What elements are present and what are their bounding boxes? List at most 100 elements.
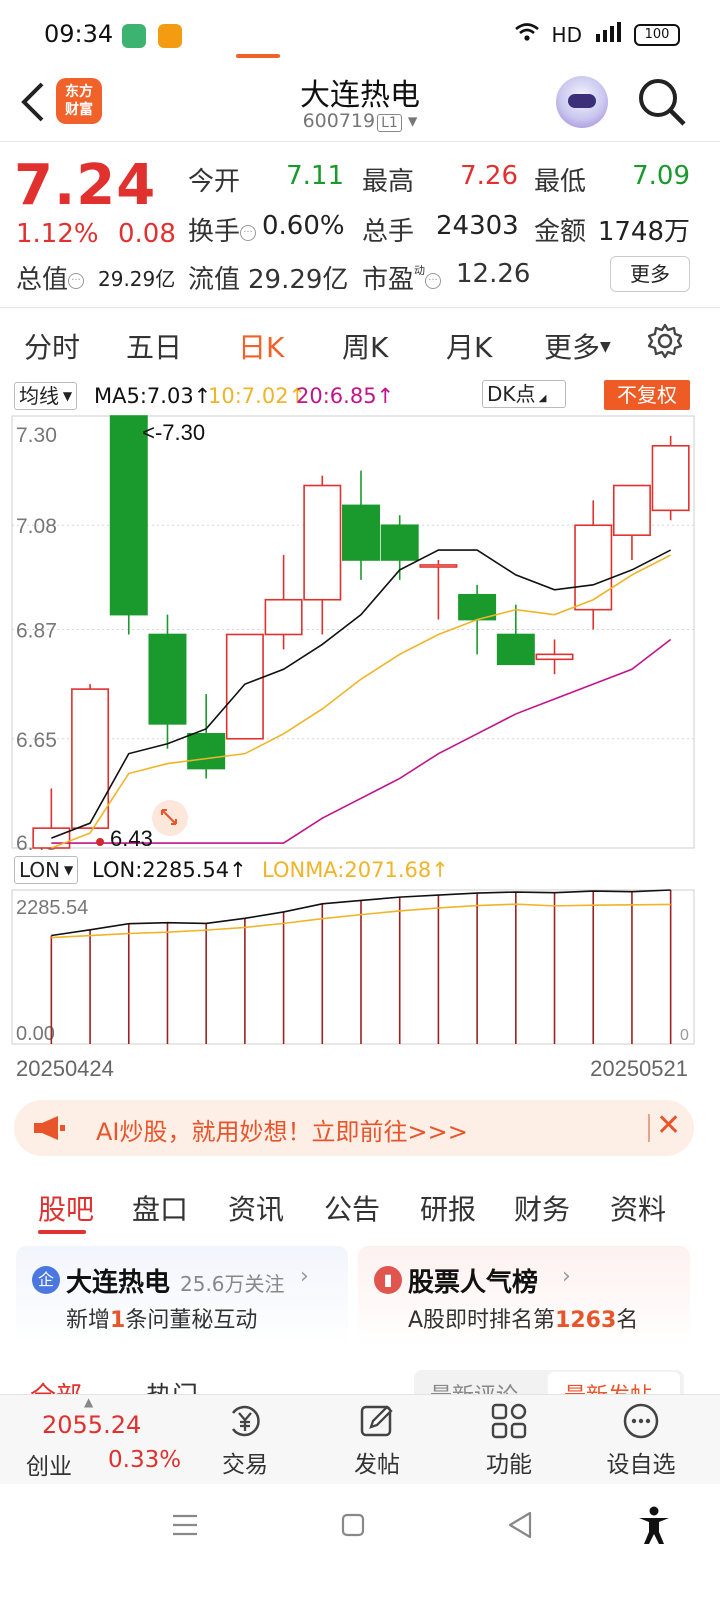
accessibility-icon[interactable]: [636, 1506, 672, 1550]
caret-up-icon: ▲: [84, 1395, 94, 1409]
home-icon[interactable]: [340, 1512, 366, 1542]
stock-header: 大连热电 600719 L1 ▾ 东方财富: [0, 70, 720, 142]
close-icon[interactable]: ✕: [656, 1108, 681, 1143]
candle-body: [496, 633, 535, 666]
nav-watchlist-label: 设自选: [606, 1452, 676, 1478]
x-start-label: 20250424: [16, 1056, 114, 1081]
nav-functions[interactable]: 功能: [464, 1401, 554, 1479]
tab-guba[interactable]: 股吧: [38, 1188, 94, 1228]
low-label: 最低: [534, 167, 587, 197]
open-value: 7.11: [286, 161, 344, 191]
bottom-nav: ▲ 2055.24 创业 0.33% 交易 发帖 功能 设自选: [0, 1394, 720, 1484]
settings-icon[interactable]: [646, 322, 684, 364]
ai-assistant-icon[interactable]: [556, 76, 608, 128]
unadjusted-button[interactable]: 不复权: [604, 380, 690, 410]
menu-icon[interactable]: [170, 1512, 200, 1542]
lon-line: [51, 889, 671, 937]
filter-all[interactable]: 全部: [30, 1376, 82, 1396]
lonma-value: LONMA:2071.68↑: [262, 858, 449, 882]
caret-down-icon: ▼: [600, 339, 611, 355]
y-tick-label: 7.08: [16, 515, 57, 538]
stock-name: 大连热电: [300, 78, 420, 113]
candle-body: [71, 688, 110, 829]
tab-research[interactable]: 研报: [420, 1188, 476, 1228]
tab-profile[interactable]: 资料: [610, 1188, 666, 1228]
info-icon: ···: [68, 272, 85, 289]
lon-right-zero-label: 0: [680, 1027, 689, 1044]
lon-chart[interactable]: LON ▼ LON:2285.54↑ LONMA:2071.68↑ 2285.5…: [0, 852, 720, 1092]
back-triangle-icon[interactable]: [506, 1510, 534, 1544]
back-button[interactable]: [18, 80, 58, 130]
info-icon: ···: [425, 272, 442, 289]
tab-daily-k[interactable]: 日K: [238, 326, 284, 366]
company-title: 大连热电: [66, 1268, 171, 1298]
nav-post[interactable]: 发帖: [332, 1401, 422, 1479]
change-percent: 1.12%: [16, 219, 99, 249]
ma-select[interactable]: 均线 ▼: [14, 382, 78, 410]
nav-trade[interactable]: 交易: [200, 1401, 290, 1479]
popularity-title: 股票人气榜: [408, 1268, 539, 1298]
popularity-subtitle: A股即时排名第1263名: [408, 1308, 639, 1333]
x-end-label: 20250521: [590, 1056, 688, 1081]
nav-watchlist[interactable]: 设自选: [596, 1401, 686, 1479]
tab-weekly-k[interactable]: 周K: [342, 326, 388, 366]
search-button[interactable]: [636, 76, 688, 128]
filter-hot[interactable]: 热门: [146, 1376, 198, 1396]
tab-monthly-k[interactable]: 月K: [446, 326, 492, 366]
stock-code-row[interactable]: 600719 L1 ▾: [0, 110, 720, 132]
index-name[interactable]: 创业: [26, 1447, 72, 1481]
min-price-label: 6.43: [110, 826, 153, 851]
chart-period-tabs: 分时 五日 日K 周K 月K 更多▼: [0, 312, 720, 370]
tab-news[interactable]: 资讯: [228, 1188, 284, 1228]
feed-filter-row: 全部 热门 最新评论 最新发帖: [0, 1366, 720, 1396]
search-icon: [639, 79, 686, 126]
nav-post-label: 发帖: [354, 1452, 400, 1478]
lon-value: LON:2285.54↑: [92, 858, 247, 882]
info-icon: ···: [240, 224, 257, 241]
tab-announcements[interactable]: 公告: [324, 1188, 380, 1228]
pe-value: 12.26: [456, 259, 531, 289]
edit-icon: [360, 1405, 393, 1437]
tab-five-day[interactable]: 五日: [126, 326, 182, 366]
chevron-right-icon: ›: [562, 1264, 571, 1289]
wifi-icon: [514, 22, 540, 47]
company-subtitle: 新增1条问董秘互动: [66, 1308, 258, 1333]
volume-label: 总手: [362, 217, 415, 247]
index-value[interactable]: 2055.24: [42, 1411, 141, 1439]
system-nav-bar: [0, 1484, 720, 1600]
candle-body: [574, 524, 613, 611]
level-badge: L1: [377, 114, 402, 132]
tab-finance[interactable]: 财务: [514, 1188, 570, 1228]
status-time: 09:34: [44, 20, 114, 48]
info-tabs: 股吧 盘口 资讯 公告 研报 财务 资料: [0, 1176, 720, 1236]
popularity-card[interactable]: ▮ 股票人气榜 › A股即时排名第1263名: [358, 1246, 690, 1346]
brand-logo[interactable]: 东方财富: [56, 78, 102, 124]
ai-promo-banner[interactable]: AI炒股，就用妙想！立即前往>>> ✕: [14, 1100, 694, 1156]
kline-chart[interactable]: 7.307.086.876.656.43<-7.306.43: [0, 412, 720, 855]
ma20-line: [51, 638, 672, 844]
ma5-value: MA5:7.03↑: [94, 384, 212, 408]
tab-intraday[interactable]: 分时: [24, 326, 80, 366]
candle-body: [187, 732, 226, 770]
chevron-down-icon: ▾: [407, 110, 418, 132]
status-bar: 09:34 HD 100: [0, 0, 720, 70]
y-tick-label: 6.87: [16, 620, 57, 643]
turnover-value: 0.60%: [262, 211, 345, 241]
y-tick-label: 6.65: [16, 729, 57, 752]
ma20-value: 20:6.85↑: [296, 384, 395, 408]
more-quote-button[interactable]: 更多: [610, 256, 690, 292]
dk-point-button[interactable]: DK点 ◢: [482, 380, 566, 408]
grid-icon: [491, 1403, 527, 1439]
tab-order-book[interactable]: 盘口: [132, 1188, 188, 1228]
mktcap-label: 总值 ···: [16, 259, 85, 296]
candle-body: [303, 484, 342, 601]
indicator-select[interactable]: LON ▼: [14, 856, 79, 884]
lon-svg: 2285.54 0.00 0 20250424 20250521: [11, 889, 695, 1081]
company-badge-icon: 企: [32, 1266, 60, 1294]
battery-icon: 100: [634, 23, 680, 46]
candle-body: [264, 598, 303, 636]
nav-functions-label: 功能: [486, 1452, 532, 1478]
company-card[interactable]: 企 大连热电 25.6万关注 › 新增1条问董秘互动: [16, 1246, 348, 1346]
tab-more[interactable]: 更多▼: [544, 326, 611, 366]
yen-cycle-icon: [231, 1405, 260, 1437]
